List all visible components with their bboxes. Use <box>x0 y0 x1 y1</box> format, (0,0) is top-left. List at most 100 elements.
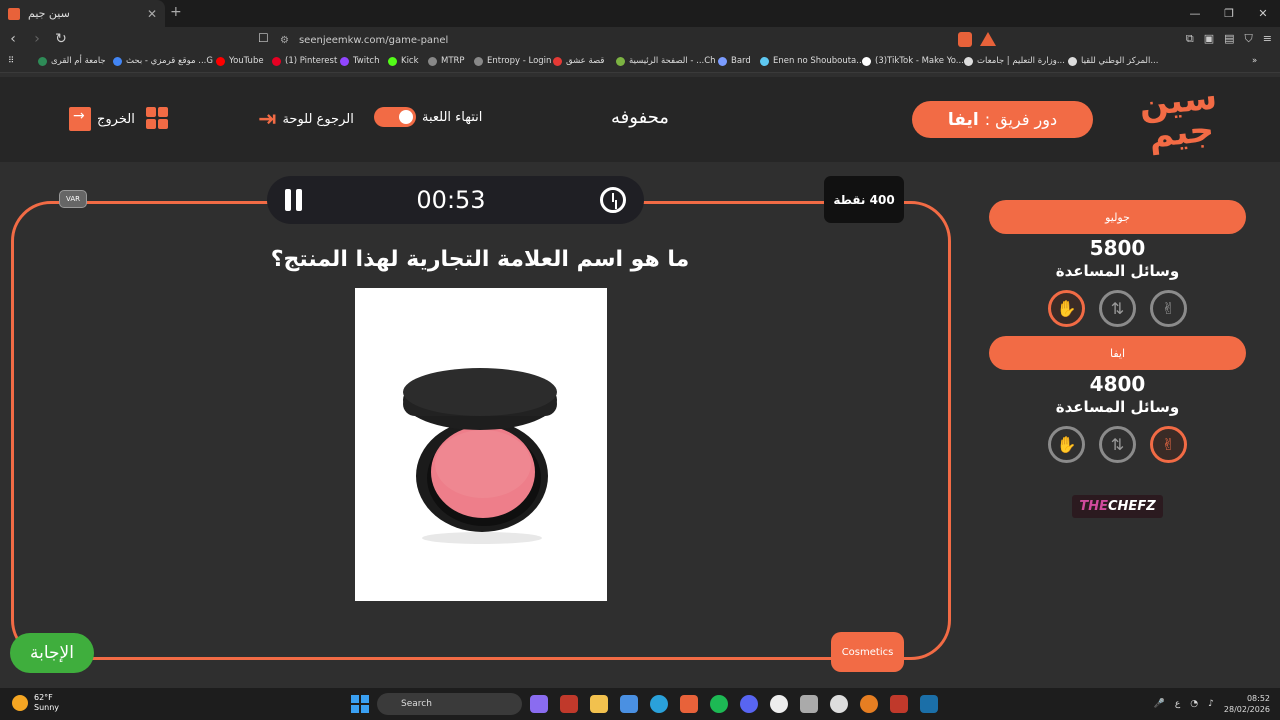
browser-tab-active[interactable]: سين جيم ✕ <box>0 0 165 27</box>
team-aids-label: وسائل المساعدة <box>1055 262 1180 280</box>
language-indicator[interactable]: ع <box>1175 699 1180 709</box>
bookmark-item[interactable]: Entropy - Login <box>474 56 551 66</box>
bookmark-item[interactable]: YouTube <box>216 56 264 66</box>
bookmark-item[interactable]: Kick <box>388 56 419 66</box>
vpn-icon[interactable]: ⛉ <box>1245 32 1253 46</box>
apps-grid-icon[interactable]: ⠿ <box>8 56 14 66</box>
mic-icon[interactable]: 🎤 <box>1154 699 1165 709</box>
obs-icon[interactable] <box>830 695 848 713</box>
peace-hand-icon[interactable]: ✌ <box>1150 426 1187 463</box>
pause-icon[interactable] <box>285 189 302 211</box>
arrow-right-icon: ⇥ <box>258 107 277 132</box>
turn-team-name: ايفا <box>947 109 979 130</box>
bookmark-item[interactable]: الصفحة الرئيسية - ...Ch <box>616 56 716 66</box>
back-to-board-button[interactable]: ⇥ الرجوع للوحة <box>258 107 354 132</box>
system-tray: 🎤 ع ◔ ♪ 08:52 28/02/2026 <box>1154 693 1270 715</box>
timer-display: 00:53 <box>416 186 486 214</box>
clock[interactable]: 08:52 28/02/2026 <box>1224 693 1270 715</box>
telegram-icon[interactable] <box>650 695 668 713</box>
swap-icon[interactable]: ⇅ <box>1099 290 1136 327</box>
tab-close-icon[interactable]: ✕ <box>147 7 157 21</box>
windows-taskbar: 62°F Sunny Search 🎤 ع ◔ ♪ 08:52 28/02/2026 <box>0 688 1280 720</box>
taskbar-search[interactable]: Search <box>377 693 522 715</box>
product-image <box>355 288 607 601</box>
bookmark-item[interactable]: Enen no Shouboutа... <box>760 56 864 66</box>
bookmark-item[interactable]: (3)TikTok - Make Yo... <box>862 56 964 66</box>
end-game-label: انتهاء اللعبة <box>422 109 483 125</box>
back-icon[interactable]: ‹ <box>6 31 20 47</box>
bookmarks-overflow-icon[interactable]: » <box>1252 56 1257 66</box>
bookmark-item[interactable]: قصة عشق <box>553 56 604 66</box>
turn-label: دور فريق : <box>984 110 1058 129</box>
new-tab-button[interactable]: + <box>170 4 182 20</box>
spotify-icon[interactable] <box>710 695 728 713</box>
discord-icon[interactable] <box>740 695 758 713</box>
reset-timer-icon[interactable] <box>599 187 626 213</box>
brave-browser-icon[interactable] <box>680 695 698 713</box>
end-game-button[interactable]: انتهاء اللعبة <box>374 107 482 127</box>
weather-widget[interactable]: 62°F Sunny <box>12 693 59 713</box>
taskbar-apps <box>530 695 938 713</box>
app-icon[interactable] <box>560 695 578 713</box>
extensions-icon[interactable]: ⧉ <box>1186 32 1194 46</box>
brave-shield-icon[interactable] <box>958 32 972 47</box>
exit-door-icon <box>69 107 91 131</box>
topic-title: محفوفه <box>611 107 669 128</box>
sidebar-icon[interactable]: ▣ <box>1204 32 1214 46</box>
app-icon[interactable] <box>860 695 878 713</box>
end-game-toggle-icon[interactable] <box>374 107 416 127</box>
game-header: سين جيم دور فريق : ايفا محفوفه انتهاء ال… <box>0 77 1280 162</box>
app-icon[interactable] <box>890 695 908 713</box>
maximize-button[interactable]: ❐ <box>1212 0 1246 27</box>
hand-stop-icon[interactable]: ✋ <box>1048 290 1085 327</box>
site-info-icon[interactable]: ⚙ <box>280 35 289 46</box>
hand-stop-icon[interactable]: ✋ <box>1048 426 1085 463</box>
team-turn-indicator: دور فريق : ايفا <box>912 101 1093 138</box>
category-badge: Cosmetics <box>831 632 904 672</box>
peace-hand-icon[interactable]: ✌ <box>1150 290 1187 327</box>
reload-icon[interactable]: ↻ <box>54 31 68 47</box>
copilot-icon[interactable] <box>530 695 548 713</box>
swap-icon[interactable]: ⇅ <box>1099 426 1136 463</box>
bookmark-item[interactable]: وزارة التعليم | جامعات... <box>964 56 1065 66</box>
bookmark-item[interactable]: MTRP <box>428 56 465 66</box>
question-text: ما هو اسم العلامة التجارية لهذا المنتج؟ <box>270 247 690 272</box>
bookmark-item[interactable]: (1) Pinterest <box>272 56 337 66</box>
bookmark-item[interactable]: جامعة أم القرى <box>38 56 106 66</box>
wallet-icon[interactable]: ▤ <box>1224 32 1234 46</box>
site-favicon-icon <box>8 7 20 20</box>
back-to-board-label: الرجوع للوحة <box>282 112 354 127</box>
tab-title: سين جيم <box>28 7 70 20</box>
answer-button[interactable]: الإجابة <box>10 633 94 673</box>
minimize-button[interactable]: — <box>1178 0 1212 27</box>
menu-icon[interactable]: ≡ <box>1263 32 1272 46</box>
url-text: seenjeemkw.com/game-panel <box>298 34 449 46</box>
volume-icon[interactable]: ♪ <box>1208 699 1214 709</box>
brave-rewards-icon[interactable] <box>980 32 996 46</box>
file-explorer-icon[interactable] <box>590 695 608 713</box>
close-window-button[interactable]: ✕ <box>1246 0 1280 27</box>
app-icon[interactable] <box>800 695 818 713</box>
weather-condition: Sunny <box>34 703 60 712</box>
team-score: 5800 <box>1089 236 1146 260</box>
browser-tabbar: سين جيم ✕ + — ❐ ✕ <box>0 0 1280 27</box>
store-icon[interactable] <box>620 695 638 713</box>
team-aids-row: ✋ ⇅ ✌ <box>1048 290 1187 327</box>
team-name-pill: ايفا <box>989 336 1246 370</box>
steam-icon[interactable] <box>920 695 938 713</box>
app-icon[interactable] <box>770 695 788 713</box>
windows-start-icon[interactable] <box>351 695 369 713</box>
bookmark-item[interactable]: Bard <box>718 56 751 66</box>
bookmark-item[interactable]: Twitch <box>340 56 380 66</box>
timer-bar: 00:53 <box>267 176 644 224</box>
var-button[interactable]: VAR <box>59 190 87 208</box>
wifi-icon[interactable]: ◔ <box>1190 699 1198 709</box>
forward-icon[interactable]: › <box>30 31 44 47</box>
board-grid-button[interactable] <box>146 107 168 129</box>
blush-compact-illustration <box>403 368 557 544</box>
url-field[interactable]: ⚙ seenjeemkw.com/game-panel <box>280 30 1000 50</box>
bookmark-item[interactable]: المركز الوطني للقيا... <box>1068 56 1158 66</box>
exit-button[interactable]: الخروج <box>69 107 135 131</box>
bookmark-item[interactable]: موقع قرمزي - بحث ...G <box>113 56 213 66</box>
bookmark-icon[interactable]: ☐ <box>258 31 269 45</box>
